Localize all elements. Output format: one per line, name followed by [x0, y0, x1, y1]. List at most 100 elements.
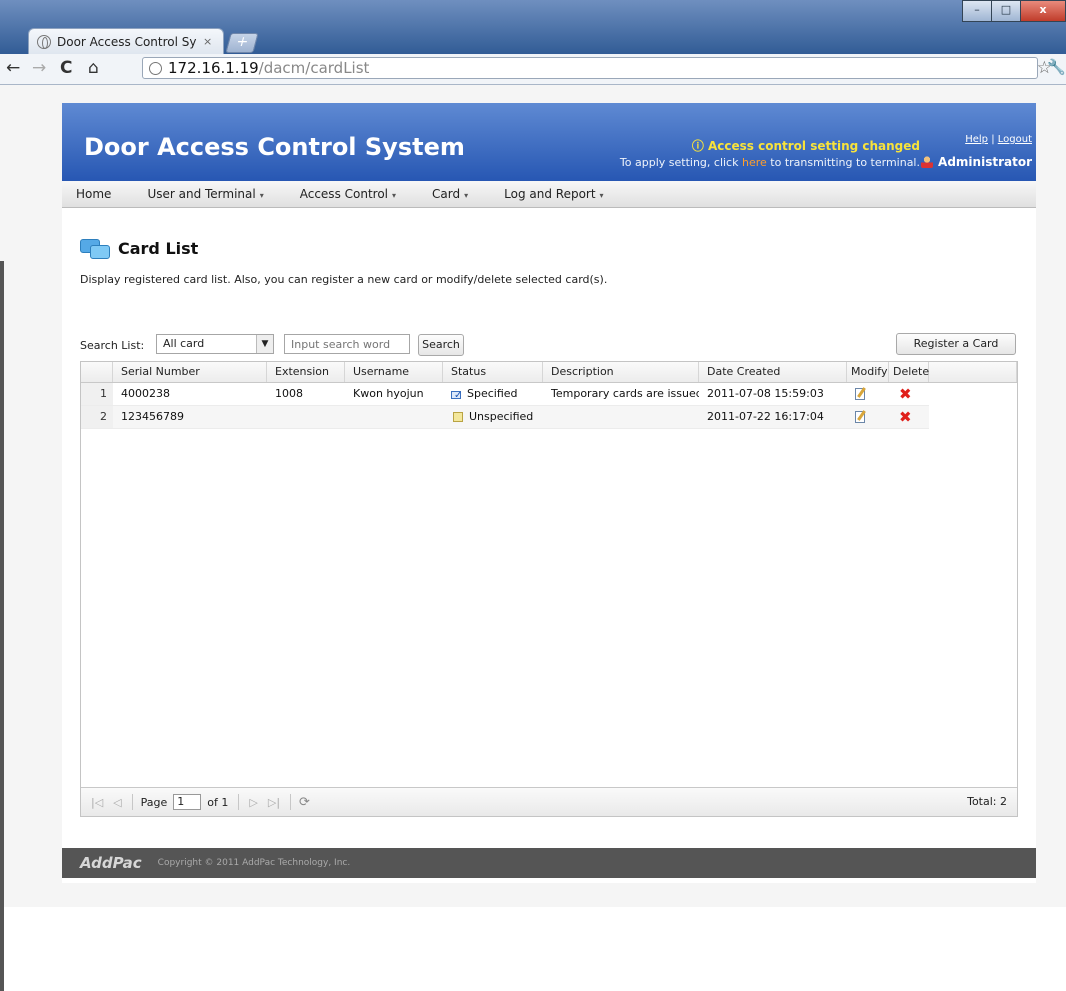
- col-date-created-header[interactable]: Date Created: [699, 362, 847, 382]
- wrench-icon[interactable]: 🔧: [1047, 58, 1066, 76]
- page-description: Display registered card list. Also, you …: [80, 273, 608, 286]
- notice-title: ⓘ Access control setting changed: [691, 139, 920, 153]
- browser-tab[interactable]: Door Access Control Syste ×: [28, 28, 224, 54]
- edit-icon[interactable]: [855, 410, 869, 424]
- page-number-input[interactable]: 1: [173, 794, 202, 810]
- copyright-text: Copyright © 2011 AddPac Technology, Inc.: [157, 858, 351, 868]
- app-title: Door Access Control System: [84, 133, 465, 161]
- col-status-header[interactable]: Status: [443, 362, 543, 382]
- minimize-button[interactable]: –: [962, 0, 992, 22]
- delete-icon[interactable]: ✖: [899, 406, 912, 428]
- scroll-edge: [0, 261, 4, 991]
- serial-number: 4000238: [121, 387, 170, 400]
- serial-number: 123456789: [121, 410, 184, 423]
- table-header: Serial Number Extension Username Status Desc…: [81, 362, 1017, 383]
- col-serial-number-header[interactable]: Serial Number: [113, 362, 267, 382]
- menu-user-and-terminal[interactable]: User and Terminal ▾: [147, 187, 263, 201]
- link-separator: |: [991, 134, 995, 145]
- delete-cell: ✖: [889, 383, 929, 405]
- col-modify-header[interactable]: Modify: [847, 362, 889, 382]
- setting-notice: ⓘ Access control setting changed To appl…: [590, 137, 920, 169]
- username: [345, 406, 443, 428]
- status: Specified: [443, 383, 543, 405]
- tab-title: Door Access Control Syste: [57, 34, 197, 49]
- back-arrow-icon[interactable]: ←: [6, 58, 20, 78]
- chevron-down-icon: ▾: [599, 191, 604, 200]
- username: Kwon hyojun: [353, 387, 424, 400]
- modify-cell: [847, 383, 889, 405]
- chevron-down-icon: ▾: [392, 191, 397, 200]
- page-title: Card List: [118, 238, 199, 258]
- reload-icon[interactable]: C: [60, 58, 72, 78]
- col-extension-header[interactable]: Extension: [267, 362, 345, 382]
- url-path: /dacm/cardList: [258, 59, 370, 77]
- menu-home[interactable]: Home: [76, 187, 111, 201]
- delete-icon[interactable]: ✖: [899, 383, 912, 405]
- modify-cell: [847, 406, 889, 428]
- search-type-select[interactable]: All card ▼: [156, 334, 274, 354]
- last-page-icon[interactable]: ▷|: [268, 796, 280, 809]
- extension: [267, 406, 345, 428]
- search-type-value: All card: [163, 337, 205, 350]
- col-delete-header[interactable]: Delete: [889, 362, 929, 382]
- edit-icon[interactable]: [855, 387, 869, 401]
- col-description-header[interactable]: Description: [543, 362, 699, 382]
- notice-prefix: To apply setting, click: [619, 156, 742, 169]
- menu-item-label: User and Terminal: [147, 187, 256, 201]
- row-number: 1: [81, 383, 113, 405]
- globe-icon: [149, 61, 162, 75]
- window-close-button[interactable]: x: [1020, 0, 1066, 22]
- table-row[interactable]: 1 4000238 1008 Kwon hyojun Specified Temporar…: [81, 383, 929, 406]
- menu-access-control[interactable]: Access Control ▾: [300, 187, 396, 201]
- description: Temporary cards are issued.: [551, 387, 699, 400]
- search-bar: Search List: All card ▼ Search Register …: [80, 333, 1018, 357]
- description: [543, 406, 699, 428]
- page-of-label: of 1: [207, 795, 229, 809]
- search-input[interactable]: [284, 334, 410, 354]
- apply-here-link[interactable]: here: [742, 156, 767, 169]
- notice-text: To apply setting, click here to transmit…: [590, 156, 920, 169]
- forward-arrow-icon[interactable]: →: [32, 58, 46, 78]
- chevron-down-icon: ▾: [464, 191, 469, 200]
- specified-check-icon: [451, 385, 463, 405]
- refresh-icon[interactable]: ⟳: [299, 795, 310, 810]
- table-row[interactable]: 2 123456789 Unspecified 2011-07-22 16:17:04…: [81, 406, 929, 429]
- menu-card[interactable]: Card ▾: [432, 187, 468, 201]
- col-username-header[interactable]: Username: [345, 362, 443, 382]
- chevron-down-icon[interactable]: ▼: [256, 335, 273, 353]
- menu-item-label: Home: [76, 187, 112, 201]
- pagination-bar: |◁ ◁ Page 1 of 1 ▷ ▷| ⟳ Total: 2: [81, 787, 1017, 816]
- page-viewport: Door Access Control System ⓘ Access cont…: [0, 85, 1066, 991]
- home-icon[interactable]: ⌂: [88, 58, 99, 78]
- current-user: Administrator: [921, 155, 1032, 169]
- header-links: Help | Logout: [965, 134, 1032, 145]
- delete-cell: ✖: [889, 406, 929, 428]
- globe-icon: [37, 34, 51, 49]
- next-page-icon[interactable]: ▷: [249, 796, 257, 809]
- notice-suffix: to transmitting to terminal.: [766, 156, 920, 169]
- maximize-button[interactable]: □: [991, 0, 1021, 22]
- date-created: 2011-07-22 16:17:04: [707, 410, 824, 423]
- row-number: 2: [81, 406, 113, 428]
- app-footer: AddPac Copyright © 2011 AddPac Technolog…: [62, 848, 1036, 878]
- tab-close-icon[interactable]: ×: [203, 35, 212, 48]
- new-tab-button[interactable]: +: [225, 33, 259, 53]
- chevron-down-icon: ▾: [259, 191, 264, 200]
- search-button[interactable]: Search: [418, 334, 464, 356]
- menu-log-and-report[interactable]: Log and Report ▾: [504, 187, 603, 201]
- prev-page-icon[interactable]: ◁: [113, 796, 121, 809]
- first-page-icon[interactable]: |◁: [91, 796, 103, 809]
- extension: 1008: [275, 387, 303, 400]
- url-host: 172.16.1.19: [168, 59, 259, 77]
- addpac-logo: AddPac: [80, 854, 142, 872]
- status-label: Unspecified: [469, 410, 534, 423]
- window-controls: – □ x: [962, 0, 1066, 22]
- help-link[interactable]: Help: [965, 134, 988, 145]
- register-card-button[interactable]: Register a Card: [896, 333, 1016, 355]
- address-bar[interactable]: 172.16.1.19/dacm/cardList: [142, 57, 1038, 79]
- app-header: Door Access Control System ⓘ Access cont…: [62, 103, 1036, 181]
- date-created: 2011-07-08 15:59:03: [707, 387, 824, 400]
- logout-link[interactable]: Logout: [998, 134, 1032, 145]
- browser-titlebar: Door Access Control Syste × + – □ x: [0, 0, 1066, 56]
- status-label: Specified: [467, 387, 518, 400]
